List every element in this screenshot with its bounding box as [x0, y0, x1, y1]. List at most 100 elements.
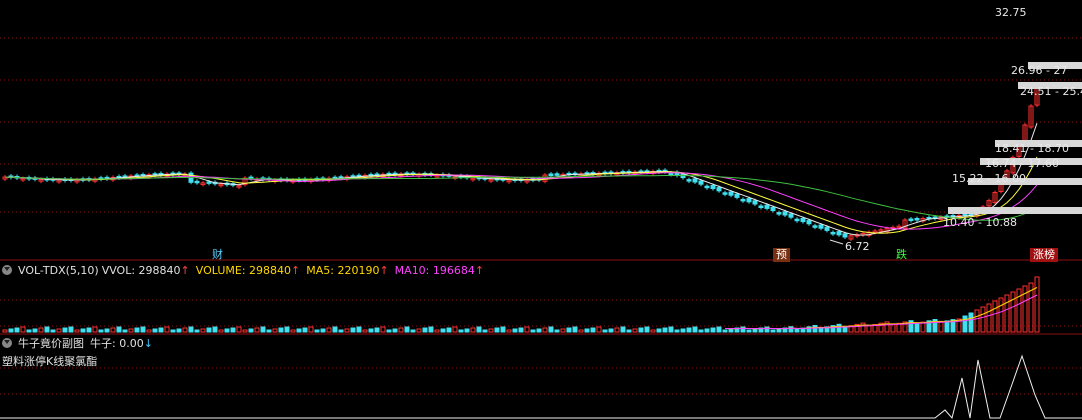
volume-bar	[2, 329, 8, 333]
volume-bar	[590, 327, 596, 333]
volume-bar	[368, 328, 374, 333]
niuzi-value-label: 牛子: 0.00	[90, 337, 144, 350]
volume-bar	[398, 327, 404, 333]
volume-indicator-name: VOL-TDX(5,10)	[18, 264, 99, 277]
volume-bar	[92, 326, 98, 333]
volume-bar	[530, 329, 536, 333]
candle-body	[914, 218, 920, 221]
volume-bar	[104, 328, 110, 333]
candle-body	[842, 233, 848, 238]
niuzi-arrow-icon: ↓	[143, 337, 153, 350]
volume-bar	[1034, 276, 1040, 333]
collapse-toggle-icon[interactable]	[2, 265, 12, 275]
candle-body	[758, 205, 764, 208]
ma5-arrow-icon: ↑	[379, 264, 389, 277]
candle-body	[812, 225, 818, 228]
candle-body	[734, 193, 740, 198]
marker-die[interactable]: 跌	[893, 248, 910, 262]
ma10-label: MA10: 196684	[394, 264, 475, 277]
collapse-toggle-icon[interactable]	[2, 338, 12, 348]
volume-bar	[566, 327, 572, 333]
volume-bar	[686, 327, 692, 333]
volume-bar	[470, 327, 476, 333]
volume-bar	[476, 326, 482, 333]
volume-bar	[728, 328, 734, 333]
volume-bar	[722, 329, 728, 333]
candle-body	[806, 220, 812, 225]
volume-ma5-line	[724, 287, 1038, 330]
candle-body	[668, 172, 674, 175]
volume-bar	[26, 329, 32, 333]
volume-bar	[254, 327, 260, 333]
volume-bar	[752, 328, 758, 333]
volume-bar	[638, 327, 644, 333]
volume-bar	[770, 329, 776, 333]
volume-bar	[38, 327, 44, 333]
volume-bar	[680, 328, 686, 333]
price-level-label-1: 26.96 - 27	[1011, 64, 1068, 77]
price-level-label-5: 15.22 - 16.00	[952, 172, 1026, 185]
volume-bar	[80, 328, 86, 333]
volume-bar	[194, 329, 200, 333]
volume-bar	[290, 329, 296, 333]
volume-bar	[524, 326, 530, 333]
volume-bar	[716, 326, 722, 333]
volume-bar	[458, 329, 464, 333]
level-box-6	[948, 207, 1082, 214]
volume-bar	[986, 303, 992, 333]
volume-bar	[620, 326, 626, 333]
volume-bar	[236, 326, 242, 333]
volume-bar	[176, 328, 182, 333]
volume-bar	[284, 326, 290, 333]
volume-label: VOLUME: 298840	[195, 264, 292, 277]
ma10-arrow-icon: ↑	[474, 264, 485, 277]
volume-bar	[44, 326, 50, 333]
volume-bar	[62, 327, 68, 333]
volume-bar	[794, 328, 800, 333]
volume-bar	[134, 327, 140, 333]
volume-bar	[968, 312, 974, 333]
candle-body	[710, 184, 716, 190]
volume-bar	[380, 326, 386, 333]
candle-body	[824, 226, 830, 231]
volume-bar	[278, 327, 284, 333]
niuzi-indicator-header[interactable]: 牛子竟价副图 牛子: 0.00↓	[2, 336, 159, 352]
volume-bar	[788, 326, 794, 333]
candle-body	[746, 198, 752, 203]
volume-bar	[446, 327, 452, 333]
volume-indicator-header[interactable]: VOL-TDX(5,10) VVOL: 298840 ↑ VOLUME: 298840…	[2, 263, 490, 279]
vvol-label: VVOL: 298840	[101, 264, 181, 277]
volume-bar	[422, 327, 428, 333]
volume-bar	[224, 328, 230, 333]
volume-bar	[812, 325, 818, 333]
candle-body	[836, 231, 842, 236]
marker-cai[interactable]: 财	[209, 248, 226, 262]
candle-body	[776, 212, 782, 215]
volume-bar	[338, 329, 344, 333]
volume-bar	[674, 329, 680, 333]
volume-bar	[146, 329, 152, 333]
candle-body	[740, 198, 746, 202]
volume-bar	[386, 329, 392, 333]
ma-line-yellow	[4, 156, 1038, 234]
volume-bar	[650, 329, 656, 333]
marker-yu[interactable]: 预	[773, 248, 790, 262]
volume-bar	[836, 323, 842, 333]
candle-body	[692, 178, 698, 183]
price-low-label: 6.72	[845, 240, 870, 253]
volume-bar	[320, 328, 326, 333]
volume-bar	[554, 329, 560, 333]
candle-body	[548, 173, 554, 176]
kline-chart[interactable]	[0, 0, 1082, 420]
marker-zhangbang[interactable]: 涨榜	[1030, 248, 1058, 262]
candle-body	[704, 185, 710, 189]
volume-bar	[404, 326, 410, 333]
volume-bar	[626, 329, 632, 333]
volume-bar	[536, 328, 542, 333]
candle-body	[752, 200, 758, 205]
volume-bar	[548, 326, 554, 333]
volume-bar	[698, 329, 704, 333]
candle-body	[764, 204, 770, 209]
candle-body	[698, 180, 704, 185]
price-level-label-2: 24.51 - 25.4	[1020, 85, 1082, 98]
